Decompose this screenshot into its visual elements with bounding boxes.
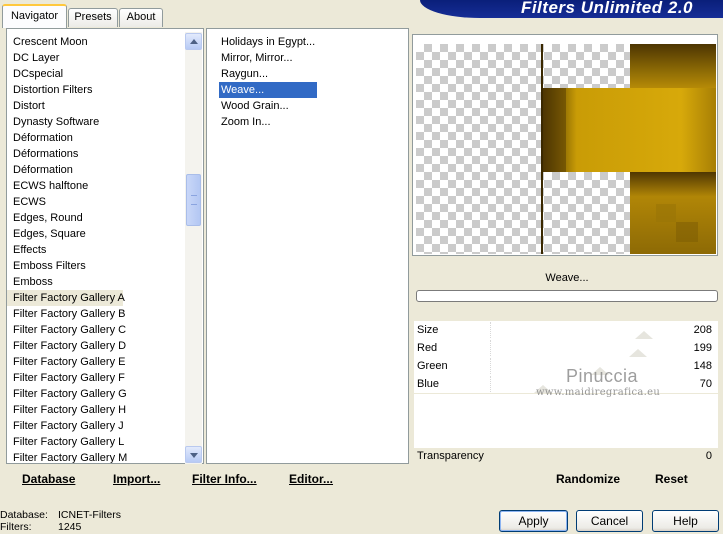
category-item[interactable]: Filter Factory Gallery D: [7, 338, 187, 354]
param-slider-red[interactable]: Red 199: [414, 339, 718, 357]
filter-item[interactable]: Holidays in Egypt...: [219, 34, 317, 50]
category-item[interactable]: Filter Factory Gallery J: [7, 418, 187, 434]
param-value: 70: [699, 378, 712, 390]
weave-preview-graphic: [541, 44, 716, 254]
category-item[interactable]: Distortion Filters: [7, 82, 187, 98]
category-item[interactable]: Emboss: [7, 274, 187, 290]
param-label: Size: [417, 324, 439, 336]
param-slider-size[interactable]: Size 208: [414, 321, 718, 339]
category-item[interactable]: Filter Factory Gallery H: [7, 402, 187, 418]
tab-navigator[interactable]: Navigator: [2, 4, 67, 28]
status-filters-label: Filters:: [0, 521, 32, 533]
param-slot-empty: [414, 430, 718, 448]
category-item[interactable]: Filter Factory Gallery E: [7, 354, 187, 370]
category-item[interactable]: Déformation: [7, 162, 187, 178]
filter-item[interactable]: Weave...: [219, 82, 318, 98]
category-scrollbar[interactable]: [185, 32, 202, 464]
transparency-label: Transparency: [417, 450, 484, 462]
tab-presets[interactable]: Presets: [68, 8, 118, 27]
category-item[interactable]: ECWS: [7, 194, 187, 210]
watermark-name: Pinuccia: [566, 366, 639, 386]
category-item[interactable]: Filter Factory Gallery L: [7, 434, 187, 450]
filter-list[interactable]: Holidays in Egypt... Mirror, Mirror... Ray…: [206, 28, 409, 464]
scrollbar-thumb[interactable]: [186, 174, 201, 226]
randomize-button[interactable]: Randomize: [556, 471, 620, 487]
status-database-label: Database:: [0, 509, 48, 521]
category-list[interactable]: Crescent Moon DC Layer DCspecial Distortion…: [6, 28, 204, 464]
help-button[interactable]: Help: [652, 510, 719, 532]
category-item[interactable]: Filter Factory Gallery B: [7, 306, 187, 322]
category-item[interactable]: DCspecial: [7, 66, 187, 82]
filter-item[interactable]: Raygun...: [219, 66, 317, 82]
triangle-up-icon: [190, 39, 198, 44]
slider-thumb[interactable]: [628, 349, 647, 357]
transparency-value: 0: [705, 450, 712, 462]
category-item[interactable]: Edges, Square: [7, 226, 187, 242]
database-button[interactable]: Database: [22, 471, 75, 487]
category-item[interactable]: Déformation: [7, 130, 187, 146]
param-value: 148: [693, 360, 712, 372]
randomize-label: Randomize: [556, 472, 621, 486]
category-item[interactable]: Crescent Moon: [7, 34, 187, 50]
filter-item[interactable]: Wood Grain...: [219, 98, 317, 114]
reset-label: Reset: [655, 472, 688, 486]
apply-button[interactable]: Apply: [499, 510, 568, 532]
param-slot-empty: [414, 412, 718, 430]
slider-track[interactable]: [490, 322, 678, 339]
category-item[interactable]: Déformations: [7, 146, 187, 162]
param-label: Green: [417, 360, 448, 372]
filter-item[interactable]: Mirror, Mirror...: [219, 50, 317, 66]
param-value: 199: [693, 342, 712, 354]
database-label: Database: [22, 472, 76, 486]
slider-track[interactable]: [490, 340, 678, 357]
category-item[interactable]: Dynasty Software: [7, 114, 187, 130]
category-item[interactable]: Distort: [7, 98, 187, 114]
category-item[interactable]: Edges, Round: [7, 210, 187, 226]
transparency-row[interactable]: Transparency 0: [414, 447, 718, 465]
category-item[interactable]: ECWS halftone: [7, 178, 187, 194]
category-item[interactable]: Filter Factory Gallery G: [7, 386, 187, 402]
scroll-down-button[interactable]: [185, 446, 202, 463]
param-label: Blue: [417, 378, 440, 390]
category-item[interactable]: Filter Factory Gallery F: [7, 370, 187, 386]
scroll-up-button[interactable]: [185, 33, 202, 50]
import-button[interactable]: Import...: [113, 471, 160, 487]
current-filter-name: Weave...: [545, 272, 589, 284]
category-item[interactable]: Filter Factory Gallery A: [7, 290, 125, 306]
category-item[interactable]: Effects: [7, 242, 187, 258]
editor-button[interactable]: Editor...: [289, 471, 333, 487]
reset-button[interactable]: Reset: [655, 471, 688, 487]
triangle-down-icon: [190, 453, 198, 458]
editor-label: Editor...: [289, 472, 334, 486]
slider-thumb[interactable]: [635, 331, 654, 339]
watermark-site: www.maidiregrafica.eu: [536, 387, 661, 398]
category-item[interactable]: Emboss Filters: [7, 258, 187, 274]
filter-info-label: Filter Info...: [192, 472, 257, 486]
category-item[interactable]: DC Layer: [7, 50, 187, 66]
param-value: 208: [693, 324, 712, 336]
filter-item[interactable]: Zoom In...: [219, 114, 317, 130]
progress-bar: [416, 290, 718, 302]
tab-about[interactable]: About: [119, 8, 163, 27]
title-banner: Filters Unlimited 2.0: [420, 0, 723, 18]
category-item[interactable]: Filter Factory Gallery C: [7, 322, 187, 338]
param-label: Red: [417, 342, 438, 354]
category-item[interactable]: Filter Factory Gallery M: [7, 450, 187, 463]
filter-info-button[interactable]: Filter Info...: [192, 471, 257, 487]
import-label: Import...: [113, 472, 161, 486]
preview-image: [416, 44, 716, 254]
cancel-button[interactable]: Cancel: [576, 510, 643, 532]
